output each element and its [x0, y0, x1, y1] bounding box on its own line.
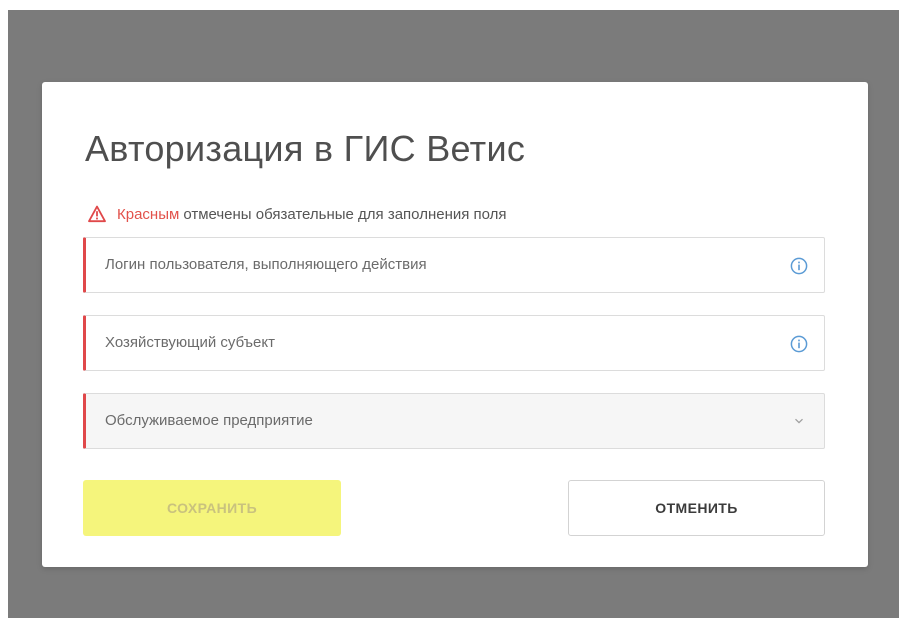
notice-highlight: Красным — [117, 205, 180, 223]
info-icon[interactable] — [790, 335, 808, 353]
enterprise-select[interactable]: Обслуживаемое предприятие — [83, 393, 825, 449]
enterprise-select-placeholder: Обслуживаемое предприятие — [105, 412, 313, 429]
modal-overlay: Авторизация в ГИС Ветис Красным отмечены… — [8, 10, 899, 618]
cancel-button[interactable]: ОТМЕНИТЬ — [568, 480, 825, 536]
login-field-placeholder: Логин пользователя, выполняющего действи… — [105, 256, 427, 273]
dialog-title: Авторизация в ГИС Ветис — [85, 128, 526, 169]
login-field[interactable]: Логин пользователя, выполняющего действи… — [83, 237, 825, 293]
info-icon[interactable] — [790, 257, 808, 275]
notice-text: отмечены обязательные для заполнения пол… — [183, 205, 507, 223]
auth-dialog: Авторизация в ГИС Ветис Красным отмечены… — [42, 82, 868, 567]
warning-triangle-icon — [88, 205, 106, 223]
save-button[interactable]: СОХРАНИТЬ — [83, 480, 341, 536]
required-fields-notice: Красным отмечены обязательные для заполн… — [88, 203, 507, 225]
business-entity-field-placeholder: Хозяйствующий субъект — [105, 334, 275, 351]
chevron-down-icon[interactable] — [794, 417, 804, 425]
business-entity-field[interactable]: Хозяйствующий субъект — [83, 315, 825, 371]
